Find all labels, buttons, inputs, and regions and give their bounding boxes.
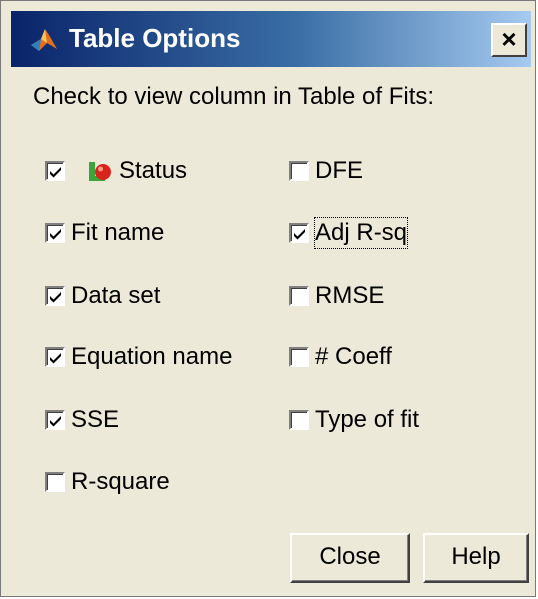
dfe-checkbox[interactable] bbox=[289, 161, 309, 181]
checkmark-icon bbox=[50, 167, 61, 178]
r-square-checkbox[interactable] bbox=[45, 472, 65, 492]
fit-name-checkbox[interactable] bbox=[45, 223, 65, 243]
sse-checkbox[interactable] bbox=[45, 410, 65, 430]
r-square-label: R-square bbox=[71, 468, 170, 495]
option-num-coeff[interactable]: # Coeff bbox=[289, 341, 392, 373]
help-button[interactable]: Help bbox=[423, 533, 529, 583]
option-status[interactable]: Status bbox=[45, 155, 187, 187]
equation-name-checkbox[interactable] bbox=[45, 347, 65, 367]
sse-label: SSE bbox=[71, 406, 120, 433]
option-fit-name[interactable]: Fit name bbox=[45, 217, 164, 249]
type-of-fit-label: Type of fit bbox=[315, 406, 420, 433]
instruction-text: Check to view column in Table of Fits: bbox=[33, 83, 435, 110]
checkmark-icon bbox=[50, 229, 61, 240]
status-red-dot-icon bbox=[89, 162, 111, 181]
num-coeff-checkbox[interactable] bbox=[289, 347, 309, 367]
equation-name-label: Equation name bbox=[71, 343, 233, 370]
status-checkbox[interactable] bbox=[45, 161, 65, 181]
option-dfe[interactable]: DFE bbox=[289, 155, 363, 187]
num-coeff-label: # Coeff bbox=[315, 343, 392, 370]
adj-r-sq-label: Adj R-sq bbox=[313, 217, 409, 249]
title-bar[interactable]: Table Options × bbox=[11, 11, 531, 67]
data-set-checkbox[interactable] bbox=[45, 286, 65, 306]
checkmark-icon bbox=[50, 416, 61, 427]
matlab-logo-icon bbox=[31, 29, 57, 51]
checkmark-icon bbox=[294, 229, 305, 240]
option-equation-name[interactable]: Equation name bbox=[45, 341, 232, 373]
rmse-label: RMSE bbox=[315, 282, 385, 309]
checkmark-icon bbox=[50, 292, 61, 303]
option-sse[interactable]: SSE bbox=[45, 404, 119, 436]
window-close-button[interactable]: × bbox=[491, 23, 527, 57]
option-rmse[interactable]: RMSE bbox=[289, 280, 384, 312]
status-label: Status bbox=[119, 157, 188, 184]
fit-name-label: Fit name bbox=[71, 219, 165, 246]
window-title: Table Options bbox=[69, 23, 241, 53]
close-button[interactable]: Close bbox=[290, 533, 410, 583]
option-adj-r-sq[interactable]: Adj R-sq bbox=[289, 217, 409, 249]
table-options-dialog: Table Options × Check to view column in … bbox=[0, 0, 536, 597]
option-type-of-fit[interactable]: Type of fit bbox=[289, 404, 419, 436]
type-of-fit-checkbox[interactable] bbox=[289, 410, 309, 430]
data-set-label: Data set bbox=[71, 282, 161, 309]
dfe-label: DFE bbox=[315, 157, 363, 184]
option-r-square[interactable]: R-square bbox=[45, 466, 170, 498]
rmse-checkbox[interactable] bbox=[289, 286, 309, 306]
checkmark-icon bbox=[50, 353, 61, 364]
adj-r-sq-checkbox[interactable] bbox=[289, 223, 309, 243]
option-data-set[interactable]: Data set bbox=[45, 280, 160, 312]
